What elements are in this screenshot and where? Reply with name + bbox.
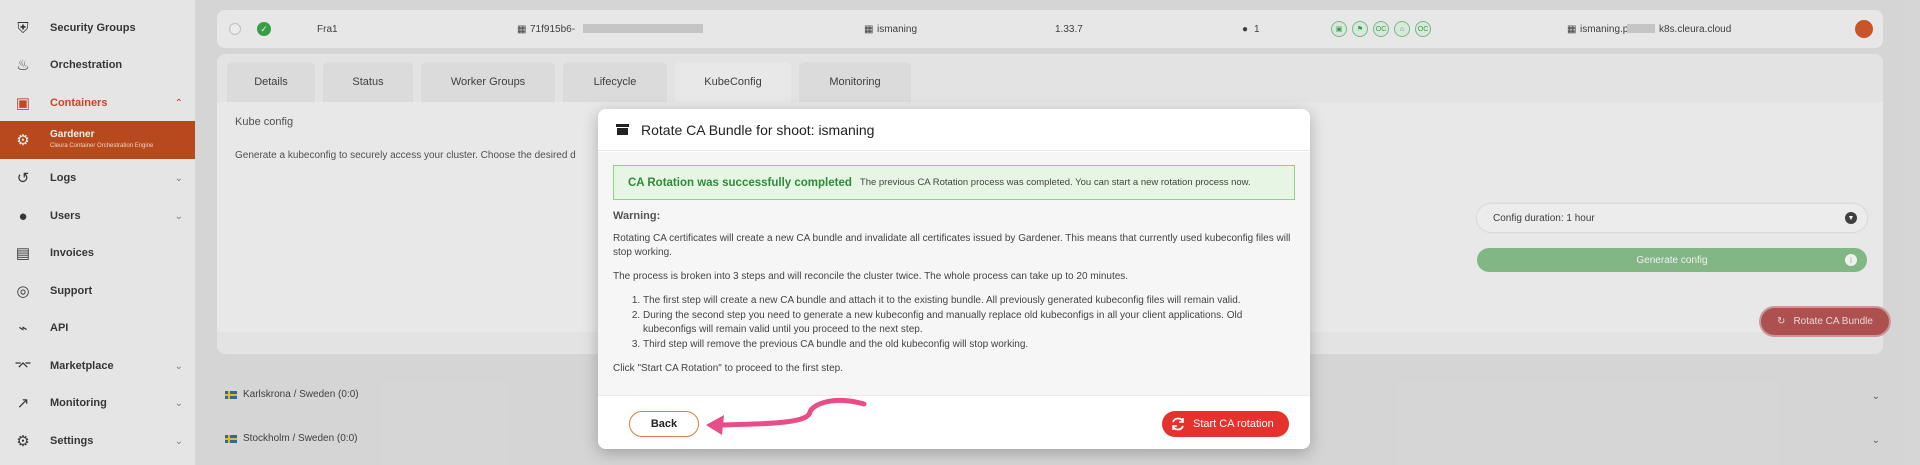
annotation-arrow-icon (706, 397, 867, 435)
